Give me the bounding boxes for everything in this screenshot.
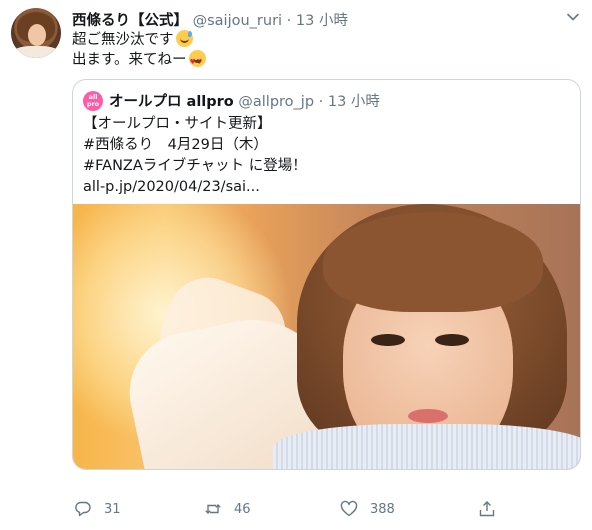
avatar[interactable]	[11, 8, 61, 58]
quoted-timestamp[interactable]: 13 小時	[328, 94, 380, 110]
retweet-count: 46	[234, 501, 251, 517]
tweet-line-2: 出ます。来てねー	[72, 50, 206, 72]
photo-eye	[435, 334, 469, 346]
quoted-author-name[interactable]: オールプロ allpro	[109, 94, 234, 110]
photo-shirt	[273, 424, 580, 469]
quoted-avatar[interactable]: all pro	[83, 91, 103, 111]
author-name[interactable]: 西條るり【公式】	[72, 13, 188, 29]
photo-lips	[408, 409, 448, 423]
reply-button[interactable]: 31	[74, 500, 121, 518]
heart-eyes-emoji	[188, 50, 206, 72]
chevron-down-icon[interactable]	[566, 10, 580, 24]
author-handle[interactable]: @saijou_ruri	[193, 13, 282, 29]
quoted-hashtag-line[interactable]: #FANZAライブチャット に登場！	[83, 156, 307, 177]
share-button[interactable]	[478, 500, 496, 518]
retweet-icon	[205, 504, 221, 514]
tweet-line-2-text: 出ます。来てねー	[72, 52, 187, 68]
reply-icon	[75, 501, 91, 517]
tweet[interactable]: 西條るり【公式】 @saijou_ruri · 13 小時 超ご無沙汰です 出ま…	[0, 0, 592, 530]
share-icon	[479, 501, 495, 517]
quoted-handle[interactable]: @allpro_jp	[238, 94, 314, 110]
retweet-button[interactable]: 46	[204, 500, 251, 518]
tweet-header: 西條るり【公式】 @saijou_ruri · 13 小時	[72, 9, 348, 30]
tweet-line-1-text: 超ご無沙汰です	[72, 32, 174, 48]
reply-count: 31	[104, 501, 121, 517]
quoted-text: 【オールプロ・サイト更新】 #西條るり 4月29日（木） #FANZAライブチャ…	[83, 114, 307, 198]
like-button[interactable]: 388	[340, 500, 395, 518]
quoted-hashtag-line[interactable]: #西條るり 4月29日（木）	[83, 135, 307, 156]
like-icon	[340, 500, 358, 517]
avatar-shoulder	[11, 46, 61, 58]
quoted-photo[interactable]	[73, 204, 580, 469]
tweet-line-1: 超ご無沙汰です	[72, 30, 206, 50]
avatar-face	[28, 24, 46, 46]
separator-dot: ·	[286, 13, 292, 29]
tweet-text: 超ご無沙汰です 出ます。来てねー	[72, 30, 206, 72]
photo-eye	[371, 334, 405, 346]
quoted-separator-dot: ·	[318, 94, 324, 110]
smiling-sweat-emoji	[175, 30, 193, 47]
like-count: 388	[370, 501, 395, 517]
action-bar: 31 46 388	[72, 500, 572, 522]
quoted-header: オールプロ allpro @allpro_jp · 13 小時	[109, 90, 380, 111]
quoted-line: 【オールプロ・サイト更新】	[83, 116, 272, 132]
quoted-tweet[interactable]: all pro オールプロ allpro @allpro_jp · 13 小時 …	[72, 79, 581, 470]
photo-fringe	[323, 212, 543, 312]
timestamp[interactable]: 13 小時	[296, 13, 348, 29]
quoted-link[interactable]: all-p.jp/2020/04/23/sai...	[83, 177, 307, 198]
